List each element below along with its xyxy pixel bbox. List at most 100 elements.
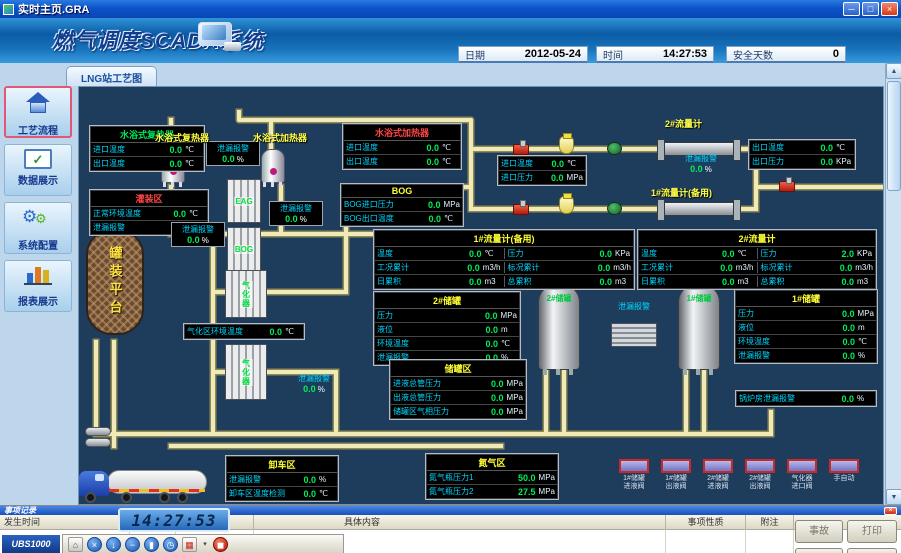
field-unit: m3/h <box>483 263 501 272</box>
field-value: 2.0 <box>836 249 854 259</box>
valve-control: 气化器进口阀 <box>785 459 819 491</box>
cutoff-button[interactable] <box>847 548 897 553</box>
safety-days-box: 安全天数 0 <box>726 46 846 63</box>
app-icon <box>3 4 14 15</box>
sidebar-item-process-flow[interactable]: 工艺流程 <box>4 86 72 138</box>
dropdown-arrow-icon[interactable]: ▾ <box>201 537 209 552</box>
log-column-header: 发生时间 <box>0 515 130 530</box>
valve-control-button[interactable] <box>829 459 859 473</box>
field-value: 0.0 <box>164 159 182 169</box>
field-value: 0.0 <box>837 351 855 361</box>
valve-control: 2#储罐进液阀 <box>701 459 735 491</box>
main-window: 实时主页.GRA ─ □ × 燃气调度SCADA系统 日期 2012-05-24… <box>0 0 901 553</box>
panel-boiler-leak: 锅炉房泄漏报警0.0% <box>735 390 877 407</box>
sidebar-item-system-config[interactable]: ⚙⚙ 系统配置 <box>4 202 72 254</box>
label-water-bath-heater: 水浴式加热器 <box>253 131 307 144</box>
leak-alarm-text: 泄漏报警 <box>272 203 320 214</box>
sidebar-item-report-display[interactable]: 报表展示 <box>4 260 72 312</box>
field-unit: m <box>858 323 874 332</box>
lng-tanker-truck <box>78 459 209 505</box>
field-value: 0.0 <box>715 263 733 273</box>
minimize-button[interactable]: ─ <box>843 2 860 16</box>
field-unit: m <box>501 325 517 334</box>
small-vessel <box>85 438 111 447</box>
eag-unit: EAG <box>227 179 261 223</box>
vaporizer-2: 气化器 <box>225 344 267 400</box>
field-value: 0.0 <box>480 311 498 321</box>
stop-icon[interactable]: ◼ <box>213 537 228 552</box>
scrollbar-thumb[interactable] <box>887 81 901 191</box>
close-button[interactable]: × <box>881 2 898 16</box>
home-icon[interactable]: ⌂ <box>68 537 83 552</box>
field-unit: MPa <box>507 407 523 416</box>
cutoff-button[interactable] <box>795 548 843 553</box>
clock-icon[interactable]: ◷ <box>163 537 178 552</box>
calendar-icon[interactable]: ▦ <box>182 537 197 552</box>
panel-row: 工况累计0.0m3/h标况累计0.0m3/h <box>375 260 633 274</box>
field-label: 气化区环境温度 <box>187 326 264 337</box>
panel-row: 日累积0.0m3总累积0.0m3 <box>375 274 633 288</box>
field-unit: ℃ <box>285 327 301 336</box>
maximize-button[interactable]: □ <box>862 2 879 16</box>
field-label: 出口温度 <box>346 156 421 167</box>
bar-chart-icon <box>24 265 52 285</box>
valve-control-label: 2#储罐进液阀 <box>701 475 735 491</box>
leak-alarm-value: 0.0 % <box>272 214 320 224</box>
event-log-close-icon[interactable]: × <box>884 507 897 515</box>
valve-control-label: 手自动 <box>827 475 861 483</box>
field-label: BOG出口温度 <box>344 213 423 224</box>
field-unit: % <box>858 351 874 360</box>
down-arrow-icon[interactable]: ↓ <box>106 537 121 552</box>
valve-control: 1#储罐进液阀 <box>617 459 651 491</box>
field-label: 工况累计 <box>377 262 462 273</box>
field-label: 温度 <box>641 248 717 259</box>
field-value: 0.0 <box>834 263 852 273</box>
valve-control-button[interactable] <box>745 459 775 473</box>
valve-control-button[interactable] <box>619 459 649 473</box>
valve-control-button[interactable] <box>703 459 733 473</box>
scroll-up-arrow[interactable]: ▲ <box>886 63 901 79</box>
vaporizer-1: 气化器 <box>225 270 267 318</box>
panel-title: 卸车区 <box>227 457 337 473</box>
regulator-icon <box>607 142 622 155</box>
field-label: 液位 <box>738 322 837 333</box>
event-log-panel: 事项记录 × 发生时间站名 称具体内容事项性质附注 14:27:53 UBS10… <box>0 505 901 553</box>
leak-alarm-display: 泄漏报警0.0 % <box>285 373 343 394</box>
leak-alarm-value: 0.0 % <box>285 384 343 394</box>
field-label: 压力 <box>508 248 595 259</box>
leak-alarm-text: 泄漏报警 <box>209 143 257 154</box>
field-value: 0.0 <box>836 394 854 404</box>
field-unit: KPa <box>836 157 852 166</box>
panel-title: 2#流量计 <box>639 231 875 247</box>
leak-alarm-display: 泄漏报警0.0 % <box>269 201 323 226</box>
field-value: 0.0 <box>546 173 564 183</box>
panel-title: 水浴式加热器 <box>344 125 460 141</box>
accident-button[interactable]: 事故 <box>795 520 843 543</box>
field-unit: KPa <box>857 249 873 258</box>
field-unit: MPa <box>539 473 555 482</box>
field-unit: ℃ <box>319 489 335 498</box>
valve-control: 1#储罐出液阀 <box>659 459 693 491</box>
sidebar-item-data-display[interactable]: ✓ 数据展示 <box>4 144 72 196</box>
field-unit: ℃ <box>836 143 852 152</box>
pause-icon[interactable]: ▮ <box>144 537 159 552</box>
panel-row: BOG进口压力0.0MPa <box>342 198 462 211</box>
print-button[interactable]: 打印 <box>847 520 897 543</box>
scroll-down-arrow[interactable]: ▼ <box>886 489 901 505</box>
vertical-scrollbar[interactable]: ▲ ▼ <box>885 63 901 505</box>
field-unit: m3/h <box>855 263 873 272</box>
valve-control-button[interactable] <box>787 459 817 473</box>
close-circle-icon[interactable]: × <box>87 537 102 552</box>
field-value: 0.0 <box>480 339 498 349</box>
field-value: 0.0 <box>464 249 482 259</box>
field-unit: m3/h <box>736 263 754 272</box>
field-value: 0.0 <box>815 157 833 167</box>
gears-icon: ⚙⚙ <box>22 207 54 229</box>
window-titlebar: 实时主页.GRA ─ □ × <box>0 0 901 18</box>
tab-lng-process[interactable]: LNG站工艺图 <box>66 66 157 86</box>
valve-control-button[interactable] <box>661 459 691 473</box>
minus-icon[interactable]: − <box>125 537 140 552</box>
panel-row: 出口温度0.0℃ <box>91 156 203 170</box>
field-unit: MPa <box>567 173 583 182</box>
field-label: 泄漏报警 <box>738 350 837 361</box>
